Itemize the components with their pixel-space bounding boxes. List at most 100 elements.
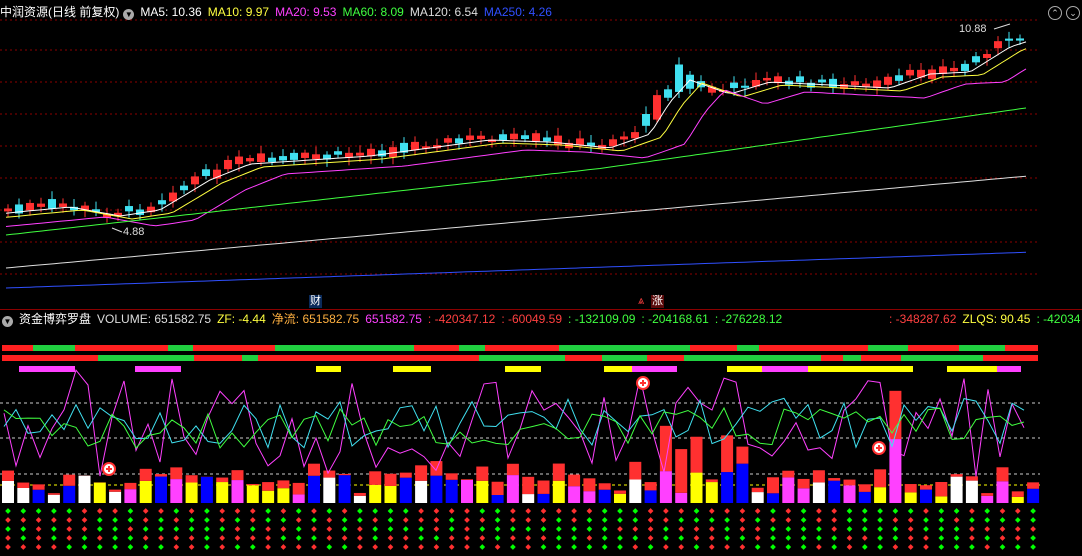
rise-marker[interactable]: 涨 [651,295,664,308]
oscillator-cyan [3,397,1025,450]
signal-dot [66,517,73,523]
volume-bar [721,435,734,473]
signal-dot [142,544,149,550]
indicator-value-2: 净流: 651582.75 [271,312,360,326]
signal-dot [357,544,363,550]
signal-dot [494,526,501,532]
candle-body [312,154,320,159]
signal-dot [433,517,440,523]
signal-dot [280,544,287,550]
signal-dot [555,535,562,541]
volume-bar [996,481,1009,503]
candle-body [686,74,694,89]
status-strip [485,345,525,351]
signal-dot [540,526,547,532]
signal-dot [785,517,792,523]
volume-bar [369,484,382,503]
signal-dot [112,517,118,523]
volume-bar [705,482,718,503]
volume-bar [629,461,642,480]
signal-dot [938,544,945,550]
volume-bar [690,436,703,473]
status-strip [49,355,98,361]
signal-dot [479,517,486,523]
signal-dot [617,535,623,541]
signal-dot [907,544,914,550]
volume-bar [185,475,198,483]
status-strip [242,355,258,361]
signal-dot [831,526,838,532]
candle-body [818,79,826,83]
volume-bar [109,491,122,503]
volume-bar [384,473,397,486]
volume-bar [522,494,535,503]
status-strip [414,345,459,351]
signal-dot [724,526,730,532]
status-strip [193,345,224,351]
signal-dot [5,526,11,532]
signal-dot [816,544,822,550]
signal-dot [785,535,792,541]
status-strip [356,355,398,361]
candle-body [851,81,859,86]
signal-dot [173,535,180,541]
finance-marker[interactable]: 财 [309,295,322,308]
signal-dot [418,517,424,523]
volume-bar [506,475,519,503]
signal-dot [387,517,394,523]
signal-dot [372,544,379,550]
signal-dot [907,526,914,532]
signal-dot [265,508,271,514]
candle-body [862,83,870,87]
signal-dot [96,526,103,532]
signal-dot [81,544,88,550]
signal-dot [387,544,394,550]
signal-dot [938,535,945,541]
signal-dot [739,526,746,532]
candle-body [675,64,683,92]
volume-bar [461,479,473,503]
signal-dot [341,526,348,532]
volume-bar [598,483,611,490]
volume-bar [552,480,565,503]
status-strip [505,366,541,372]
status-strip [275,345,318,351]
signal-dot [464,526,470,532]
status-strip [798,345,822,351]
volume-bar [170,479,183,503]
volume-bar [1027,482,1040,489]
signal-dot [770,517,776,523]
signal-dot [923,517,929,523]
signal-dot [265,535,271,541]
signal-dot [387,526,394,532]
signal-dot [923,535,929,541]
signal-dot [663,508,669,514]
signal-dot [953,508,960,514]
signal-dot [158,535,164,541]
candle-body [620,136,628,140]
status-strip [959,345,1005,351]
signal-dot [861,517,868,523]
status-strip [33,345,55,351]
signal-dot [800,517,807,523]
chevron-down-icon[interactable]: ▼ [2,316,13,327]
status-strip [843,355,861,361]
status-strip [559,345,611,351]
signal-dot [877,508,883,514]
signal-dot [892,526,899,532]
signal-dot [999,535,1006,541]
signal-dot [479,544,486,550]
signal-dot [326,544,333,550]
volume-bar [277,480,290,489]
candle-body [983,54,991,58]
status-strip [684,355,729,361]
signal-dot [387,508,394,514]
candle-body [125,206,133,212]
volume-bar [308,463,320,476]
indicator-value-5: : -60049.59 [501,312,563,326]
low-pointer [111,227,123,233]
status-strip [647,355,684,361]
signal-dot [234,526,241,532]
volume-bar [858,491,871,503]
signal-dot [158,508,164,514]
